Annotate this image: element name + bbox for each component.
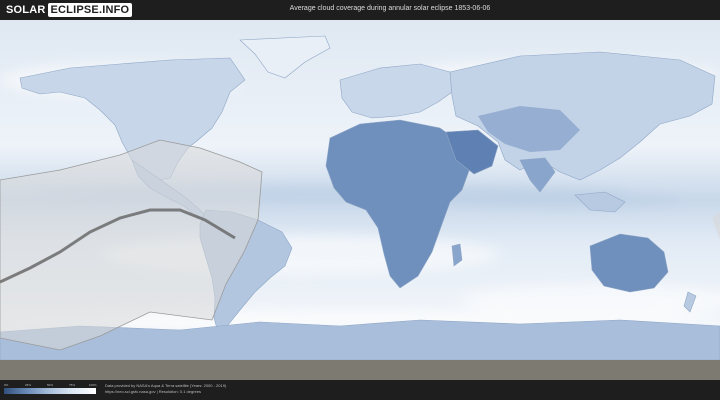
- credit-line-2[interactable]: https://neo.sci.gsfc.nasa.gov | Resoluti…: [105, 389, 226, 395]
- page-title: Average cloud coverage during annular so…: [289, 5, 491, 12]
- logo-solar-text: SOLAR: [6, 4, 46, 16]
- legend-tick: 25%: [25, 383, 32, 387]
- cloud-coverage-map: [0, 20, 720, 380]
- cloud-coverage-legend-bar: [4, 388, 96, 394]
- logo-eclipse-info-text: ECLIPSE.INFO: [47, 3, 133, 17]
- map-bottom-strip: [0, 360, 720, 380]
- legend-tick: 50%: [47, 383, 54, 387]
- legend-tick: 100%: [89, 383, 97, 387]
- data-credits: Data provided by NASA's Aqua & Terra sat…: [105, 383, 226, 395]
- site-logo[interactable]: SOLAR ECLIPSE.INFO: [6, 3, 133, 17]
- legend-tick: 0%: [4, 383, 9, 387]
- header-bar: SOLAR ECLIPSE.INFO Average cloud coverag…: [0, 0, 720, 20]
- legend-tick: 75%: [69, 383, 76, 387]
